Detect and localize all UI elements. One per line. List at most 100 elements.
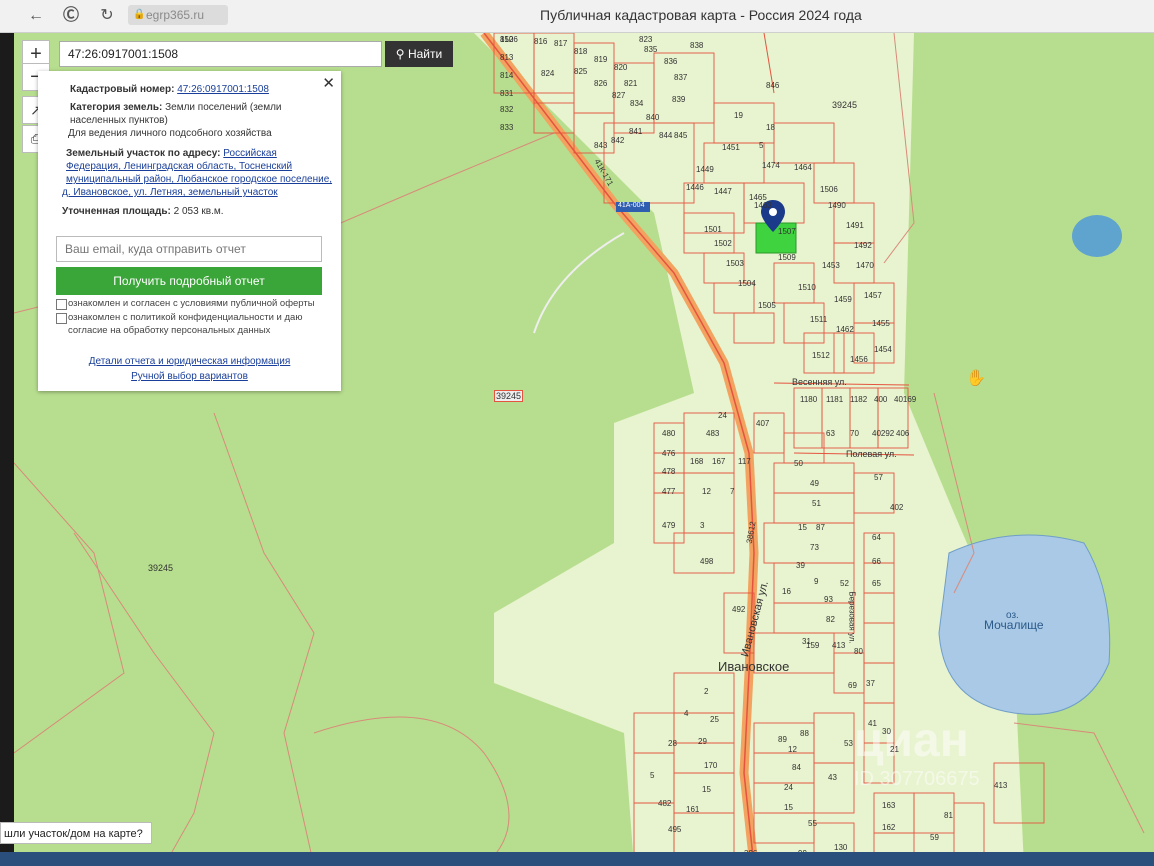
parcel-number[interactable]: 50 (794, 459, 803, 468)
parcel-number[interactable]: 1453 (822, 261, 840, 270)
parcel-number[interactable]: 1505 (758, 301, 776, 310)
privacy-consent-checkbox[interactable] (56, 313, 67, 324)
parcel-number[interactable]: 413 (832, 641, 845, 650)
parcel-number[interactable]: 476 (662, 449, 675, 458)
parcel-number[interactable]: 1492 (854, 241, 872, 250)
parcel-number[interactable]: 400 (874, 395, 887, 404)
parcel-number[interactable]: 1502 (714, 239, 732, 248)
parcel-number[interactable]: 163 (882, 801, 895, 810)
parcel-number[interactable]: 18 (766, 123, 775, 132)
parcel-number[interactable]: 81 (944, 811, 953, 820)
parcel-number[interactable]: 813 (500, 53, 513, 62)
address-bar[interactable]: 🔒 egrp365.ru (128, 5, 228, 25)
parcel-number[interactable]: 7 (730, 487, 734, 496)
parcel-number[interactable]: 1180 (800, 395, 817, 404)
parcel-number[interactable]: 402 (890, 503, 903, 512)
parcel-number[interactable]: 30 (882, 727, 891, 736)
search-input[interactable] (59, 41, 382, 67)
offer-consent-checkbox[interactable] (56, 299, 67, 310)
parcel-number[interactable]: 87 (816, 523, 825, 532)
parcel-number[interactable]: 69 (848, 681, 857, 690)
parcel-number[interactable]: 1462 (836, 325, 854, 334)
parcel-number[interactable]: 37 (866, 679, 875, 688)
parcel-number[interactable]: 843 (594, 141, 607, 150)
parcel-number[interactable]: 43 (828, 773, 837, 782)
parcel-number[interactable]: 16 (782, 587, 791, 596)
parcel-number[interactable]: 63 (826, 429, 835, 438)
parcel-number[interactable]: 1504 (738, 279, 756, 288)
parcel-number[interactable]: 88 (800, 729, 809, 738)
parcel-number[interactable]: 827 (612, 91, 625, 100)
parcel-number[interactable]: 53 (844, 739, 853, 748)
parcel-number[interactable]: 818 (574, 47, 587, 56)
parcel-number[interactable]: 1491 (846, 221, 864, 230)
parcel-number[interactable]: 82 (826, 615, 835, 624)
manual-choice-link[interactable]: Ручной выбор вариантов (38, 371, 341, 382)
parcel-number[interactable]: 842 (611, 136, 624, 145)
parcel-number[interactable]: 1503 (726, 259, 744, 268)
parcel-number[interactable]: 406 (896, 429, 909, 438)
parcel-number[interactable]: 479 (662, 521, 675, 530)
parcel-number[interactable]: 1181 (826, 395, 843, 404)
parcel-number[interactable]: 73 (810, 543, 819, 552)
parcel-number[interactable]: 1512 (812, 351, 830, 360)
parcel-number[interactable]: 413 (994, 781, 1007, 790)
parcel-number[interactable]: 12 (788, 745, 797, 754)
address-line[interactable]: Федерация, Ленинградская область, Тоснен… (66, 160, 292, 173)
parcel-number[interactable]: 1464 (794, 163, 812, 172)
parcel-number[interactable]: 816 (534, 37, 547, 46)
parcel-number[interactable]: 480 (662, 429, 675, 438)
parcel-number[interactable]: 478 (662, 467, 675, 476)
parcel-number[interactable]: 15 (702, 785, 711, 794)
parcel-number[interactable]: 52 (840, 579, 849, 588)
address-line[interactable]: д. Ивановское, ул. Летняя, земельный уча… (62, 186, 278, 199)
parcel-number[interactable]: 483 (706, 429, 719, 438)
parcel-number[interactable]: 837 (674, 73, 687, 82)
parcel-number[interactable]: 130 (834, 843, 847, 852)
parcel-number[interactable]: 167 (712, 457, 725, 466)
parcel-number[interactable]: 841 (629, 127, 642, 136)
report-details-link[interactable]: Детали отчета и юридическая информация (38, 356, 341, 367)
yandex-icon[interactable]: Ⓒ (60, 5, 82, 27)
parcel-number[interactable]: 833 (500, 123, 513, 132)
address-line[interactable]: муниципальный район, Любанское городское… (66, 173, 332, 186)
parcel-number[interactable]: 55 (808, 819, 817, 828)
parcel-number[interactable]: 492 (732, 605, 745, 614)
parcel-number[interactable]: 89 (778, 735, 787, 744)
parcel-number[interactable]: 821 (624, 79, 637, 88)
parcel-number[interactable]: 25 (710, 715, 719, 724)
find-parcel-tooltip[interactable]: шли участок/дом на карте? (0, 822, 152, 844)
close-icon[interactable]: ✕ (322, 74, 335, 92)
parcel-number[interactable]: 1474 (762, 161, 780, 170)
parcel-number[interactable]: 498 (700, 557, 713, 566)
parcel-number[interactable]: 814 (500, 71, 513, 80)
parcel-number[interactable]: 1182 (850, 395, 867, 404)
parcel-number[interactable]: 12 (702, 487, 711, 496)
parcel-number[interactable]: 5 (759, 141, 763, 150)
parcel-number[interactable]: 1507 (778, 227, 796, 236)
parcel-number[interactable]: 844 (659, 131, 672, 140)
parcel-number[interactable]: 5 (650, 771, 654, 780)
parcel-number[interactable]: 1490 (828, 201, 846, 210)
parcel-number[interactable]: 1501 (704, 225, 722, 234)
parcel-number[interactable]: 19 (734, 111, 743, 120)
parcel-number[interactable]: 1463 (754, 201, 772, 210)
parcel-number[interactable]: 835 (644, 45, 657, 54)
parcel-number[interactable]: 823 (639, 35, 652, 44)
get-report-button[interactable]: Получить подробный отчет (56, 267, 322, 295)
parcel-number[interactable]: 1510 (798, 283, 816, 292)
parcel-number[interactable]: 1470 (856, 261, 874, 270)
parcel-number[interactable]: 1454 (874, 345, 892, 354)
parcel-number[interactable]: 1506 (500, 35, 518, 44)
parcel-number[interactable]: 21 (890, 745, 899, 754)
reload-icon[interactable]: ↻ (96, 5, 118, 27)
parcel-number[interactable]: 29 (698, 737, 707, 746)
parcel-number[interactable]: 24 (784, 783, 793, 792)
parcel-number[interactable]: 84 (792, 763, 801, 772)
parcel-number[interactable]: 161 (686, 805, 699, 814)
parcel-number[interactable]: 838 (690, 41, 703, 50)
parcel-number[interactable]: 9 (814, 577, 818, 586)
parcel-number[interactable]: 117 (738, 457, 751, 466)
parcel-number[interactable]: 57 (874, 473, 883, 482)
parcel-number[interactable]: 66 (872, 557, 881, 566)
